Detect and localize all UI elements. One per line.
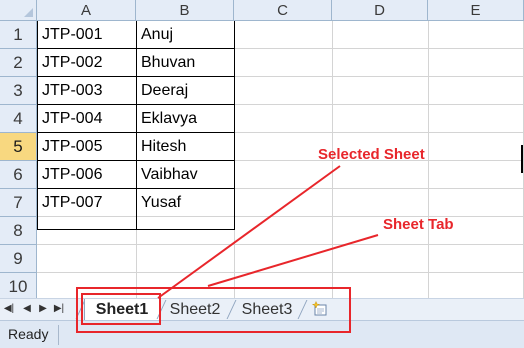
annotation-selected-sheet: Selected Sheet: [318, 146, 425, 163]
status-bar: Ready: [0, 320, 524, 348]
status-separator: [58, 325, 59, 345]
cell-a6[interactable]: JTP-006: [38, 161, 136, 188]
cell-b2[interactable]: Bhuvan: [137, 49, 234, 76]
cell-a7[interactable]: JTP-007: [38, 189, 136, 216]
status-ready-text: Ready: [8, 326, 49, 342]
tab-sheet2[interactable]: Sheet2: [164, 299, 226, 320]
select-all-corner[interactable]: [0, 0, 37, 21]
cell-b6[interactable]: Vaibhav: [137, 161, 234, 188]
row-header-3[interactable]: 3: [0, 77, 37, 105]
first-sheet-icon[interactable]: ◀|: [2, 301, 16, 317]
column-header-e[interactable]: E: [428, 0, 524, 21]
annotation-sheet-tab: Sheet Tab: [383, 216, 454, 233]
last-sheet-icon[interactable]: ▶|: [52, 301, 66, 317]
row-header-8[interactable]: 8: [0, 217, 37, 245]
text-cursor-icon: [521, 145, 523, 173]
column-header-d[interactable]: D: [332, 0, 428, 21]
row-header-5[interactable]: 5: [0, 133, 37, 161]
column-header-a[interactable]: A: [37, 0, 136, 21]
row-header-7[interactable]: 7: [0, 189, 37, 217]
cell-b7[interactable]: Yusaf: [137, 189, 234, 216]
cell-a2[interactable]: JTP-002: [38, 49, 136, 76]
row-header-9[interactable]: 9: [0, 245, 37, 273]
cell-b1[interactable]: Anuj: [137, 21, 234, 48]
cell-b5[interactable]: Hitesh: [137, 133, 234, 160]
table-border: [234, 21, 235, 230]
column-header-c[interactable]: C: [234, 0, 332, 21]
tab-sheet3[interactable]: Sheet3: [236, 299, 298, 320]
column-header-b[interactable]: B: [136, 0, 234, 21]
row-header-2[interactable]: 2: [0, 49, 37, 77]
cell-a3[interactable]: JTP-003: [38, 77, 136, 104]
select-all-triangle-icon: [24, 8, 33, 17]
spreadsheet-grid[interactable]: A B C D E 1 2 3 4 5 6 7 8 9 10 JTP-001 A…: [0, 0, 524, 298]
cell-a5[interactable]: JTP-005: [38, 133, 136, 160]
sheet-tab-bar: ◀| ◀ ▶ ▶| Sheet1 Sheet2 Sheet3: [0, 298, 524, 320]
cell-a1[interactable]: JTP-001: [38, 21, 136, 48]
row-header-4[interactable]: 4: [0, 105, 37, 133]
insert-worksheet-icon[interactable]: [312, 301, 328, 316]
tab-separator: [297, 300, 308, 319]
tab-separator: [226, 300, 237, 319]
row-header-6[interactable]: 6: [0, 161, 37, 189]
table-border: [37, 229, 234, 230]
gridline: [37, 244, 524, 245]
tab-sheet1[interactable]: Sheet1: [84, 299, 160, 320]
prev-sheet-icon[interactable]: ◀: [20, 301, 34, 317]
next-sheet-icon[interactable]: ▶: [36, 301, 50, 317]
cell-b3[interactable]: Deeraj: [137, 77, 234, 104]
cell-a4[interactable]: JTP-004: [38, 105, 136, 132]
row-header-1[interactable]: 1: [0, 21, 37, 49]
cell-b4[interactable]: Eklavya: [137, 105, 234, 132]
gridline: [37, 272, 524, 273]
row-header-10[interactable]: 10: [0, 273, 37, 298]
